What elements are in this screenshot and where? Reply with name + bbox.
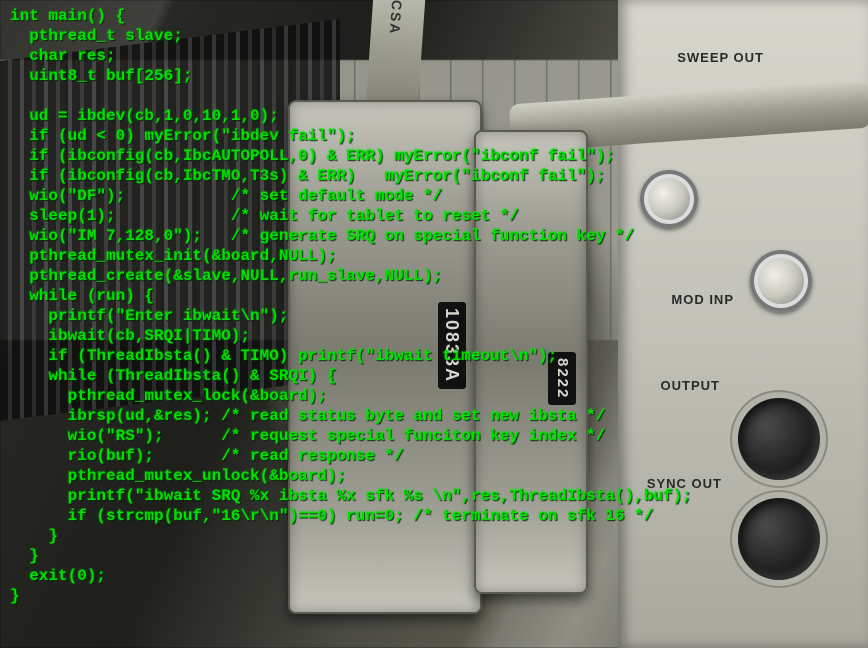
bnc-connector-mod-inp [750, 250, 812, 312]
terminal-code-overlay: int main() { pthread_t slave; char res; … [10, 6, 692, 606]
knob-sync-out [738, 498, 820, 580]
knob-output [738, 398, 820, 480]
